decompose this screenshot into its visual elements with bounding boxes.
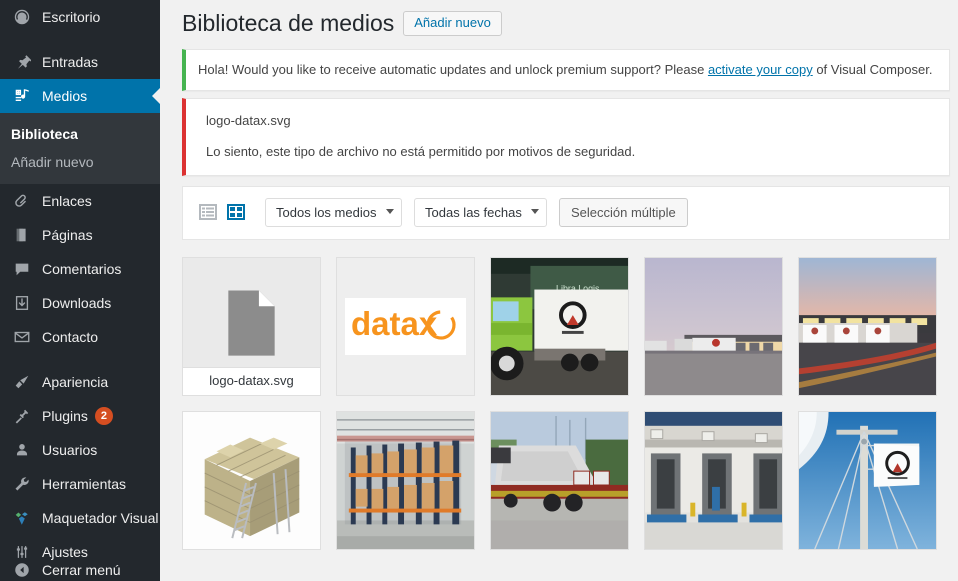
photo-thumbnail <box>491 411 628 549</box>
pin-icon <box>10 52 34 72</box>
media-toolbar: Todos los medios Todas las fechas Selecc… <box>182 185 950 240</box>
sidebar-item-label: Maquetador Visual <box>42 510 159 526</box>
sidebar-item-entradas[interactable]: Entradas <box>0 45 160 79</box>
plug-icon <box>10 406 34 426</box>
page-title: Biblioteca de medios <box>182 10 395 36</box>
media-type-filter[interactable]: Todos los medios <box>265 197 402 227</box>
sidebar-item-plugins[interactable]: Plugins 2 <box>0 399 160 433</box>
date-filter-wrap: Todas las fechas <box>414 197 559 227</box>
sidebar-item-downloads[interactable]: Downloads <box>0 286 160 320</box>
collapse-icon <box>10 560 34 580</box>
photo-thumbnail <box>799 411 936 549</box>
sidebar-item-label: Downloads <box>42 295 112 311</box>
photo-thumbnail <box>645 257 782 395</box>
upload-error-notice: logo-datax.svg Lo siento, este tipo de a… <box>182 97 950 176</box>
media-item-loading-docks-building[interactable] <box>644 410 783 550</box>
update-notice: Hola! Would you like to receive automati… <box>182 49 950 91</box>
sidebar-item-label: Herramientas <box>42 476 127 492</box>
list-view-icon[interactable] <box>197 201 219 223</box>
media-item-cardboard-box-cube[interactable] <box>182 410 321 550</box>
grid-view-icon[interactable] <box>225 201 247 223</box>
sidebar-item-label: Enlaces <box>42 193 92 209</box>
media-item-dock-dusk-trucks[interactable] <box>644 256 783 396</box>
sidebar-submenu-medios: Biblioteca Añadir nuevo <box>0 113 160 184</box>
visual-composer-icon <box>10 508 34 528</box>
comment-icon <box>10 259 34 279</box>
sidebar-item-medios[interactable]: Medios <box>0 79 160 113</box>
bulk-select-button[interactable]: Selección múltiple <box>559 197 688 227</box>
media-item-datax-logo[interactable]: datax <box>336 256 475 396</box>
sidebar-item-label: Cerrar menú <box>42 562 121 578</box>
sidebar-item-label: Apariencia <box>42 374 109 390</box>
media-item-logo-datax-svg[interactable]: logo-datax.svg <box>182 256 321 396</box>
logo-inner: datax <box>345 297 466 355</box>
sidebar-item-apariencia[interactable]: Apariencia <box>0 365 160 399</box>
sidebar-item-label: Contacto <box>42 329 99 345</box>
user-icon <box>10 440 34 460</box>
sidebar-subitem-anadir-nuevo[interactable]: Añadir nuevo <box>0 148 160 176</box>
dashboard-icon <box>10 7 34 27</box>
sidebar-item-cerrar-menu[interactable]: Cerrar menú <box>0 553 160 581</box>
photo-thumbnail: Libra Logis <box>491 257 628 395</box>
envelope-icon <box>10 327 34 347</box>
admin-sidebar: Escritorio Entradas Medios Biblioteca Añ… <box>0 0 160 581</box>
sidebar-item-label: Entradas <box>42 54 99 70</box>
media-item-filename: logo-datax.svg <box>183 366 320 395</box>
brush-icon <box>10 372 34 392</box>
pages-icon <box>10 225 34 245</box>
sidebar-item-label: Comentarios <box>42 261 122 277</box>
sidebar-item-comentarios[interactable]: Comentarios <box>0 252 160 286</box>
sidebar-item-label: Páginas <box>42 227 93 243</box>
photo-thumbnail <box>645 411 782 549</box>
sidebar-item-enlaces[interactable]: Enlaces <box>0 184 160 218</box>
sidebar-subitem-biblioteca[interactable]: Biblioteca <box>0 120 160 148</box>
date-filter[interactable]: Todas las fechas <box>414 197 547 227</box>
update-notice-text-before: Hola! Would you like to receive automati… <box>198 62 708 77</box>
view-switcher <box>197 201 253 223</box>
media-item-green-truck-trailer[interactable]: Libra Logis <box>490 256 629 396</box>
page-header: Biblioteca de medios Añadir nuevo <box>160 0 958 42</box>
media-type-filter-wrap: Todos los medios <box>265 197 414 227</box>
photo-thumbnail <box>337 411 474 549</box>
media-item-flag-on-mast[interactable] <box>798 410 937 550</box>
sidebar-item-usuarios[interactable]: Usuarios <box>0 433 160 467</box>
media-item-boat-transport-truck[interactable] <box>490 410 629 550</box>
sidebar-item-paginas[interactable]: Páginas <box>0 218 160 252</box>
update-notice-text-after: of Visual Composer. <box>812 62 933 77</box>
media-grid: logo-datax.svg datax Libra Logis <box>182 256 958 565</box>
photo-thumbnail <box>183 411 320 549</box>
error-filename: logo-datax.svg <box>206 112 291 128</box>
sidebar-subitem-label: Biblioteca <box>11 126 78 142</box>
sidebar-item-contacto[interactable]: Contacto <box>0 320 160 354</box>
sidebar-item-label: Usuarios <box>42 442 98 458</box>
datax-logo-icon: datax <box>351 305 456 342</box>
main-content: Biblioteca de medios Añadir nuevo Hola! … <box>160 0 958 581</box>
wrench-icon <box>10 474 34 494</box>
media-item-dock-sunset-fleet[interactable] <box>798 256 937 396</box>
media-item-warehouse-racking[interactable] <box>336 410 475 550</box>
svg-text:datax: datax <box>351 305 438 342</box>
sidebar-subitem-label: Añadir nuevo <box>11 154 94 170</box>
sidebar-item-herramientas[interactable]: Herramientas <box>0 467 160 501</box>
sidebar-item-maquetador-visual[interactable]: Maquetador Visual <box>0 501 160 535</box>
add-new-button[interactable]: Añadir nuevo <box>403 11 502 36</box>
activate-copy-link[interactable]: activate your copy <box>708 62 813 77</box>
plugins-update-badge: 2 <box>94 407 113 425</box>
download-icon <box>10 293 34 313</box>
sidebar-item-label: Plugins <box>42 408 88 424</box>
error-message: Lo siento, este tipo de archivo no está … <box>206 144 636 159</box>
media-icon <box>10 86 34 106</box>
sidebar-item-label: Escritorio <box>42 9 101 25</box>
sidebar-item-label: Medios <box>42 88 88 104</box>
sidebar-item-escritorio[interactable]: Escritorio <box>0 0 160 34</box>
photo-thumbnail <box>799 257 936 395</box>
logo-thumbnail: datax <box>337 257 474 395</box>
link-icon <box>10 191 34 211</box>
